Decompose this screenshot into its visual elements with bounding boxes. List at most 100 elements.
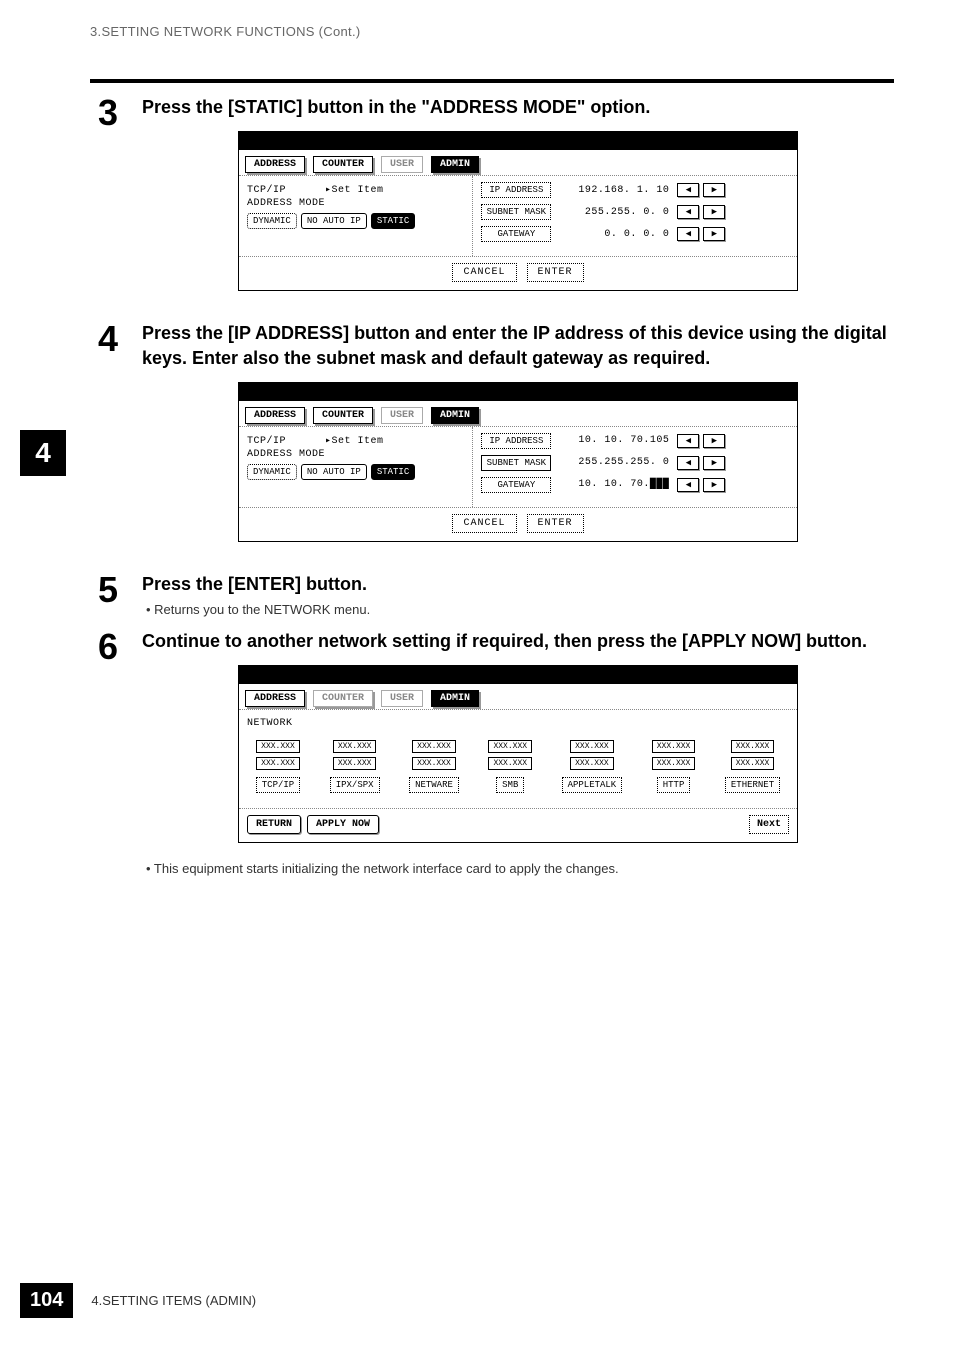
network-label: NETWORK — [247, 718, 789, 729]
network-item[interactable]: XXX.XXX XXX.XXX APPLETALK — [561, 739, 624, 794]
screenshot-network-menu: ADDRESS COUNTER USER ADMIN NETWORK XXX.X… — [238, 665, 798, 843]
net-item-line: XXX.XXX — [570, 757, 614, 770]
chapter-tab-badge: 4 — [20, 430, 66, 476]
step-bullet: • This equipment starts initializing the… — [146, 861, 894, 876]
net-item-line: XXX.XXX — [570, 740, 614, 753]
ip-address-value: 192.168. 1. 10 — [559, 185, 669, 196]
gw-left-arrow[interactable]: ◀ — [677, 478, 699, 492]
ip-left-arrow[interactable]: ◀ — [677, 183, 699, 197]
tab-admin[interactable]: ADMIN — [431, 407, 479, 424]
mask-left-arrow[interactable]: ◀ — [677, 205, 699, 219]
tab-counter[interactable]: COUNTER — [313, 156, 373, 173]
static-button[interactable]: STATIC — [371, 464, 415, 480]
ip-right-arrow[interactable]: ▶ — [703, 434, 725, 448]
enter-button[interactable]: ENTER — [527, 514, 584, 533]
net-item-line: XXX.XXX — [333, 757, 377, 770]
cancel-button[interactable]: CANCEL — [452, 263, 516, 282]
mask-right-arrow[interactable]: ▶ — [703, 205, 725, 219]
net-item-label: IPX/SPX — [330, 777, 380, 793]
net-item-line: XXX.XXX — [256, 740, 300, 753]
breadcrumb: 3.SETTING NETWORK FUNCTIONS (Cont.) — [90, 24, 894, 39]
net-item-line: XXX.XXX — [731, 740, 775, 753]
screenshot-tcpip-2: ADDRESS COUNTER USER ADMIN TCP/IP ▸Set I… — [238, 382, 798, 542]
net-item-line: XXX.XXX — [652, 740, 696, 753]
screenshot-tcpip-1: ADDRESS COUNTER USER ADMIN TCP/IP ▸Set I… — [238, 131, 798, 291]
network-item[interactable]: XXX.XXX XXX.XXX IPX/SPX — [329, 739, 381, 794]
step-title: Press the [IP ADDRESS] button and enter … — [142, 321, 894, 370]
set-item-label: ▸Set Item — [325, 436, 384, 447]
net-item-line: XXX.XXX — [412, 740, 456, 753]
enter-button[interactable]: ENTER — [527, 263, 584, 282]
footer-text: 4.SETTING ITEMS (ADMIN) — [91, 1293, 256, 1308]
tab-counter[interactable]: COUNTER — [313, 690, 373, 707]
tab-counter[interactable]: COUNTER — [313, 407, 373, 424]
gw-right-arrow[interactable]: ▶ — [703, 227, 725, 241]
tab-admin[interactable]: ADMIN — [431, 690, 479, 707]
gw-left-arrow[interactable]: ◀ — [677, 227, 699, 241]
net-item-line: XXX.XXX — [731, 757, 775, 770]
set-item-label: ▸Set Item — [325, 185, 384, 196]
subnet-mask-button[interactable]: SUBNET MASK — [481, 204, 551, 220]
tab-user[interactable]: USER — [381, 407, 423, 424]
net-item-label: TCP/IP — [256, 777, 300, 793]
net-item-line: XXX.XXX — [256, 757, 300, 770]
net-item-line: XXX.XXX — [652, 757, 696, 770]
step-4: 4 Press the [IP ADDRESS] button and ente… — [90, 321, 894, 560]
net-item-label: HTTP — [657, 777, 691, 793]
network-item[interactable]: XXX.XXX XXX.XXX TCP/IP — [255, 739, 301, 794]
net-item-label: SMB — [496, 777, 524, 793]
step-bullet: • Returns you to the NETWORK menu. — [146, 602, 894, 617]
net-item-line: XXX.XXX — [488, 740, 532, 753]
network-item[interactable]: XXX.XXX XXX.XXX ETHERNET — [724, 739, 781, 794]
tcpip-label: TCP/IP — [247, 185, 286, 196]
address-mode-label: ADDRESS MODE — [247, 449, 464, 460]
tab-user[interactable]: USER — [381, 690, 423, 707]
net-item-label: NETWARE — [409, 777, 459, 793]
dynamic-button[interactable]: DYNAMIC — [247, 213, 297, 229]
tab-address[interactable]: ADDRESS — [245, 690, 305, 707]
tab-admin[interactable]: ADMIN — [431, 156, 479, 173]
cancel-button[interactable]: CANCEL — [452, 514, 516, 533]
next-button[interactable]: Next — [749, 815, 789, 834]
ip-left-arrow[interactable]: ◀ — [677, 434, 699, 448]
section-rule — [90, 79, 894, 83]
network-item[interactable]: XXX.XXX XXX.XXX NETWARE — [408, 739, 460, 794]
step-number: 5 — [90, 572, 126, 617]
tab-address[interactable]: ADDRESS — [245, 407, 305, 424]
step-6: 6 Continue to another network setting if… — [90, 629, 894, 876]
gateway-button[interactable]: GATEWAY — [481, 226, 551, 242]
static-button[interactable]: STATIC — [371, 213, 415, 229]
tab-address[interactable]: ADDRESS — [245, 156, 305, 173]
page-footer: 104 4.SETTING ITEMS (ADMIN) — [20, 1283, 256, 1318]
step-number: 4 — [90, 321, 126, 560]
gateway-button[interactable]: GATEWAY — [481, 477, 551, 493]
no-auto-ip-button[interactable]: NO AUTO IP — [301, 213, 367, 229]
step-title: Continue to another network setting if r… — [142, 629, 894, 653]
net-item-label: APPLETALK — [562, 777, 623, 793]
net-item-label: ETHERNET — [725, 777, 780, 793]
step-title: Press the [STATIC] button in the "ADDRES… — [142, 95, 894, 119]
ip-right-arrow[interactable]: ▶ — [703, 183, 725, 197]
network-item[interactable]: XXX.XXXXXX.XXXSMB — [487, 739, 533, 794]
gw-right-arrow[interactable]: ▶ — [703, 478, 725, 492]
apply-now-button[interactable]: APPLY NOW — [307, 815, 379, 834]
subnet-mask-button[interactable]: SUBNET MASK — [481, 455, 551, 471]
ip-address-button[interactable]: IP ADDRESS — [481, 433, 551, 449]
tab-user[interactable]: USER — [381, 156, 423, 173]
network-item[interactable]: XXX.XXX XXX.XXX HTTP — [651, 739, 697, 794]
mask-right-arrow[interactable]: ▶ — [703, 456, 725, 470]
page-number: 104 — [20, 1283, 73, 1318]
return-button[interactable]: RETURN — [247, 815, 301, 834]
net-item-line: XXX.XXX — [412, 757, 456, 770]
page: 3.SETTING NETWORK FUNCTIONS (Cont.) 4 3 … — [0, 0, 954, 1348]
ip-address-value: 10. 10. 70.105 — [559, 435, 669, 446]
mask-left-arrow[interactable]: ◀ — [677, 456, 699, 470]
ip-address-button[interactable]: IP ADDRESS — [481, 182, 551, 198]
step-number: 3 — [90, 95, 126, 309]
net-item-line: XXX.XXX — [333, 740, 377, 753]
step-title: Press the [ENTER] button. — [142, 572, 894, 596]
subnet-mask-value: 255.255. 0. 0 — [559, 207, 669, 218]
gateway-value: 10. 10. 70.███ — [559, 479, 669, 490]
no-auto-ip-button[interactable]: NO AUTO IP — [301, 464, 367, 480]
dynamic-button[interactable]: DYNAMIC — [247, 464, 297, 480]
